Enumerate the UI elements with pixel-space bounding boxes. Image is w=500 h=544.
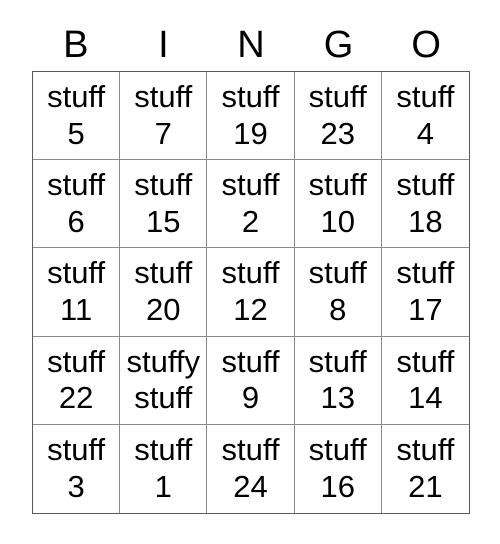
bingo-cell-label: stuff 7 bbox=[134, 79, 193, 151]
bingo-header-letter-n: N bbox=[237, 23, 265, 66]
bingo-cell[interactable]: stuff 6 bbox=[33, 160, 121, 249]
bingo-cell[interactable]: stuff 13 bbox=[294, 336, 382, 425]
bingo-cell[interactable]: stuff 17 bbox=[381, 248, 469, 337]
bingo-cell[interactable]: stuff 9 bbox=[207, 336, 295, 425]
bingo-cell[interactable]: stuff 22 bbox=[33, 336, 121, 425]
bingo-cell[interactable]: stuff 10 bbox=[294, 160, 382, 249]
bingo-cell[interactable]: stuff 2 bbox=[207, 160, 295, 249]
bingo-cell-label: stuff 4 bbox=[396, 79, 455, 151]
bingo-header-letter-g: G bbox=[323, 23, 354, 66]
bingo-cell-label: stuff 12 bbox=[221, 255, 280, 327]
bingo-cell[interactable]: stuff 19 bbox=[207, 72, 295, 161]
bingo-cell-label: stuff 3 bbox=[47, 432, 106, 504]
bingo-cell-label: stuff 14 bbox=[396, 343, 455, 416]
bingo-cell[interactable]: stuff 24 bbox=[207, 424, 295, 513]
bingo-cell[interactable]: stuff 23 bbox=[294, 72, 382, 161]
bingo-cell-label: stuff 6 bbox=[47, 167, 106, 239]
bingo-cell[interactable]: stuff 16 bbox=[294, 424, 382, 513]
bingo-cell-label: stuff 5 bbox=[47, 79, 106, 151]
bingo-cell[interactable]: stuff 21 bbox=[381, 424, 469, 513]
bingo-cell[interactable]: stuff 12 bbox=[207, 248, 295, 337]
bingo-cell-label: stuff 23 bbox=[308, 79, 367, 151]
bingo-cell[interactable]: stuff 11 bbox=[33, 248, 121, 337]
bingo-cell-label: stuff 11 bbox=[47, 255, 106, 327]
bingo-cell-label: stuff 2 bbox=[221, 167, 280, 239]
bingo-cell[interactable]: stuff 3 bbox=[33, 424, 121, 513]
bingo-cell-label: stuff 8 bbox=[308, 255, 367, 327]
bingo-cell-label: stuff 19 bbox=[221, 79, 280, 151]
bingo-cell-label: stuff 21 bbox=[396, 432, 455, 504]
bingo-cell-free-space[interactable]: stuffy stuff bbox=[120, 336, 208, 425]
bingo-card: B I N G O stuff 5 stuff 7 stuff 19 stuff… bbox=[0, 0, 500, 544]
bingo-cell-label: stuff 20 bbox=[134, 255, 193, 327]
bingo-cell-label: stuff 18 bbox=[396, 167, 455, 239]
bingo-cell-label: stuff 22 bbox=[47, 343, 106, 416]
bingo-cell-label: stuff 10 bbox=[308, 167, 367, 239]
bingo-cell[interactable]: stuff 20 bbox=[120, 248, 208, 337]
bingo-cell[interactable]: stuff 5 bbox=[33, 72, 121, 161]
bingo-cell[interactable]: stuff 7 bbox=[120, 72, 208, 161]
bingo-cell[interactable]: stuff 8 bbox=[294, 248, 382, 337]
bingo-cell-label: stuff 9 bbox=[221, 343, 280, 416]
bingo-cell[interactable]: stuff 1 bbox=[120, 424, 208, 513]
bingo-cell-label: stuff 17 bbox=[396, 255, 455, 327]
bingo-header-letter-o: O bbox=[411, 23, 441, 66]
bingo-cell-label: stuffy stuff bbox=[126, 343, 201, 416]
bingo-header-row: B I N G O bbox=[32, 18, 470, 71]
bingo-header-letter-i: I bbox=[158, 23, 169, 66]
bingo-cell-label: stuff 1 bbox=[134, 432, 193, 504]
bingo-cell-label: stuff 13 bbox=[308, 343, 367, 416]
bingo-cell[interactable]: stuff 14 bbox=[381, 336, 469, 425]
bingo-cell[interactable]: stuff 18 bbox=[381, 160, 469, 249]
bingo-cell[interactable]: stuff 15 bbox=[120, 160, 208, 249]
bingo-cell[interactable]: stuff 4 bbox=[381, 72, 469, 161]
bingo-cell-label: stuff 16 bbox=[308, 432, 367, 504]
bingo-cell-label: stuff 15 bbox=[134, 167, 193, 239]
bingo-grid: stuff 5 stuff 7 stuff 19 stuff 23 stuff … bbox=[32, 71, 470, 514]
bingo-header-letter-b: B bbox=[63, 23, 89, 66]
bingo-cell-label: stuff 24 bbox=[221, 432, 280, 504]
